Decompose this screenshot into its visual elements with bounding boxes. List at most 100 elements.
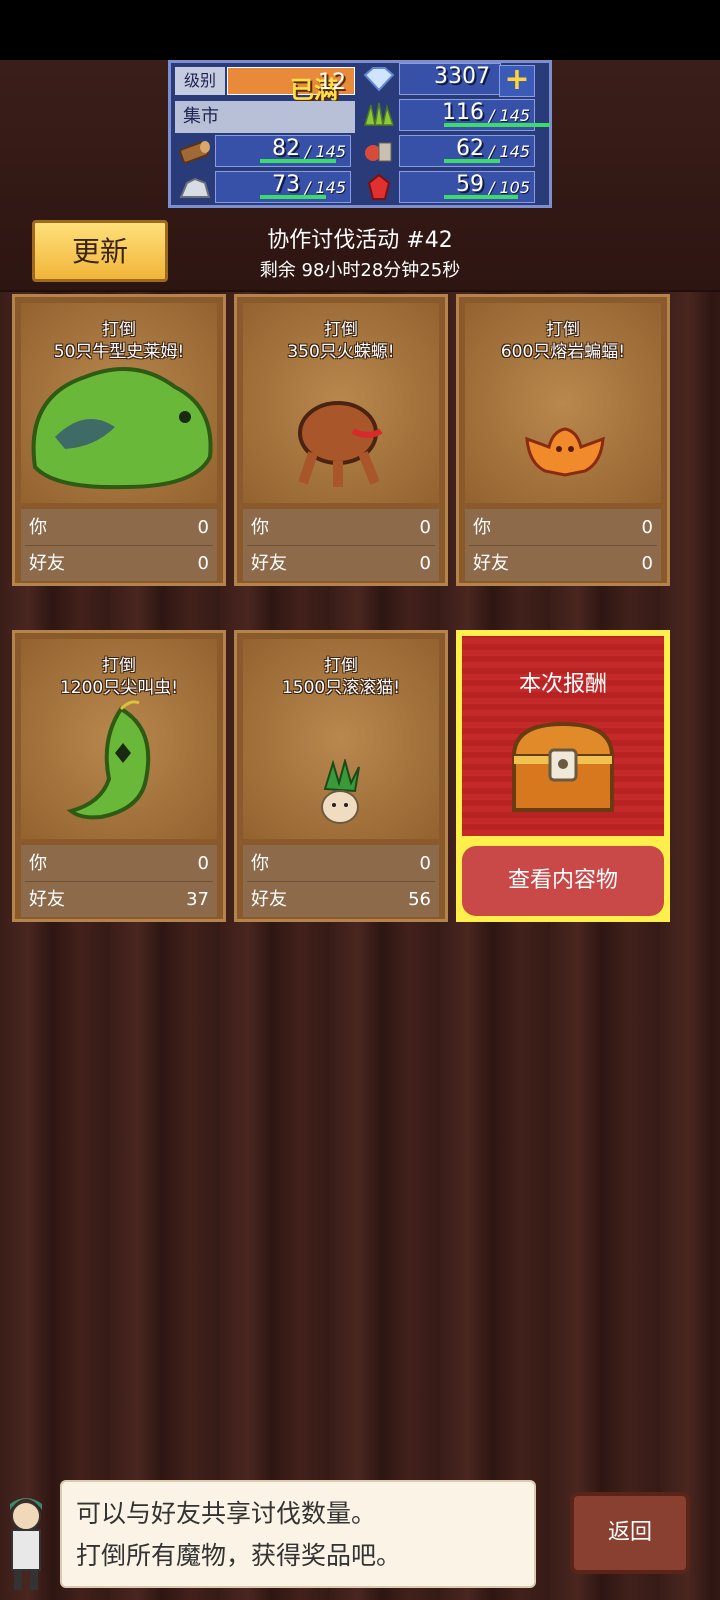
you-row: 你0 <box>251 511 431 545</box>
you-label: 你 <box>29 517 47 538</box>
view-contents-button[interactable]: 查看内容物 <box>462 846 664 916</box>
friend-count: 0 <box>641 553 653 574</box>
quest-card[interactable]: 打倒 50只牛型史莱姆! 你0 好友 0 <box>12 294 226 586</box>
you-label: 你 <box>251 853 269 874</box>
divider <box>469 545 657 546</box>
quest-title: 打倒 1200只尖叫虫! <box>15 655 223 699</box>
quest-stats: 你0 好友 56 <box>243 845 439 917</box>
red-crystal-icon <box>367 173 391 200</box>
grass-icon <box>363 102 395 126</box>
quest-title: 打倒 50只牛型史莱姆! <box>15 319 223 363</box>
event-title: 协作讨伐活动 #42 <box>267 228 453 253</box>
stat-value: 59 <box>456 172 484 197</box>
divider <box>25 545 213 546</box>
treasure-chest-icon <box>511 721 615 812</box>
quest-title-line2: 350只火蝾螈! <box>287 342 395 362</box>
stat-progress <box>444 195 518 199</box>
you-row: 你0 <box>473 511 653 545</box>
you-row: 你0 <box>29 847 209 881</box>
stat-wood: 82/ 145 <box>175 135 353 167</box>
status-bar <box>0 0 720 60</box>
quest-title: 打倒 1500只滚滚猫! <box>237 655 445 699</box>
divider <box>247 545 435 546</box>
you-count: 0 <box>641 517 653 538</box>
friend-count: 0 <box>197 553 209 574</box>
market-label: 集市 <box>175 101 355 133</box>
you-count: 0 <box>197 853 209 874</box>
stat-food: 62/ 145 <box>359 135 537 167</box>
reward-title: 本次报酬 <box>518 672 607 697</box>
fire-salamander-icon <box>298 401 383 487</box>
gem-count: 3307 <box>434 64 490 89</box>
stat-progress <box>444 159 500 163</box>
lava-bat-icon <box>525 427 605 477</box>
stat-value: 82 <box>272 136 300 161</box>
quest-title-line2: 50只牛型史莱姆! <box>53 342 185 362</box>
friend-label: 好友 <box>251 553 287 574</box>
quest-title-line1: 打倒 <box>546 320 580 340</box>
friend-count: 0 <box>419 553 431 574</box>
reward-card: 本次报酬 查看内容物 <box>456 630 670 922</box>
quest-title-line1: 打倒 <box>324 320 358 340</box>
stat-value: 116 <box>442 100 484 125</box>
stat-progress <box>444 123 550 127</box>
stat-crystal: 59/ 105 <box>359 171 537 203</box>
stat-progress <box>260 195 326 199</box>
divider <box>25 881 213 882</box>
stat-grass: 116/ 145 <box>359 99 550 131</box>
quest-card[interactable]: 打倒 1200只尖叫虫! 你0 好友 37 <box>12 630 226 922</box>
reward-panel: 本次报酬 <box>462 636 664 836</box>
quest-title-line1: 打倒 <box>324 656 358 676</box>
friend-row: 好友 56 <box>251 883 431 917</box>
diamond-icon <box>363 67 395 92</box>
add-gems-button[interactable]: + <box>499 65 535 97</box>
quest-card[interactable]: 打倒 350只火蝾螈! 你0 好友 0 <box>234 294 448 586</box>
quest-title-line2: 600只熔岩蝙蝠! <box>500 342 626 362</box>
quest-stats: 你0 好友 0 <box>243 509 439 581</box>
quest-stats: 你0 好友 0 <box>465 509 661 581</box>
divider <box>247 881 435 882</box>
stat-progress <box>260 159 336 163</box>
level-label: 级别 <box>175 67 225 95</box>
quest-title-line2: 1200只尖叫虫! <box>59 678 179 698</box>
you-count: 0 <box>419 853 431 874</box>
level-value: 12 <box>318 70 346 95</box>
quest-title: 打倒 600只熔岩蝙蝠! <box>459 319 667 363</box>
quest-title: 打倒 350只火蝾螈! <box>237 319 445 363</box>
friend-row: 好友 0 <box>473 547 653 581</box>
back-button[interactable]: 返回 <box>570 1492 690 1574</box>
food-icon <box>365 142 392 162</box>
you-row: 你0 <box>251 847 431 881</box>
resource-panel: 级别 已满 12 3307 + 集市 116/ 145 82/ 145 62/ … <box>168 60 552 208</box>
rolling-cat-icon <box>321 759 360 824</box>
stat-value: 62 <box>456 136 484 161</box>
friend-row: 好友 0 <box>29 547 209 581</box>
gem-counter: 3307 + <box>359 63 537 97</box>
dialog-line-1: 可以与好友共享讨伐数量。 <box>76 1499 377 1528</box>
you-label: 你 <box>29 853 47 874</box>
friend-count: 56 <box>408 889 431 910</box>
quest-stats: 你0 好友 37 <box>21 845 217 917</box>
stat-value: 73 <box>272 172 300 197</box>
quest-stats: 你0 好友 0 <box>21 509 217 581</box>
friend-row: 好友 0 <box>251 547 431 581</box>
npc-character-icon <box>10 1498 42 1590</box>
friend-label: 好友 <box>473 553 509 574</box>
quest-title-line2: 1500只滚滚猫! <box>281 678 401 698</box>
quest-card[interactable]: 打倒 600只熔岩蝙蝠! 你0 好友 0 <box>456 294 670 586</box>
you-count: 0 <box>419 517 431 538</box>
friend-row: 好友 37 <box>29 883 209 917</box>
quest-title-line1: 打倒 <box>102 656 136 676</box>
friend-label: 好友 <box>251 889 287 910</box>
dialog-line-2: 打倒所有魔物，获得奖品吧。 <box>76 1541 402 1570</box>
you-row: 你0 <box>29 511 209 545</box>
you-label: 你 <box>251 517 269 538</box>
ore-icon <box>179 177 211 198</box>
event-timer: 剩余 98小时28分钟25秒 <box>259 260 461 281</box>
quest-card[interactable]: 打倒 1500只滚滚猫! 你0 好友 56 <box>234 630 448 922</box>
dialog-box: 可以与好友共享讨伐数量。 打倒所有魔物，获得奖品吧。 <box>60 1480 536 1588</box>
friend-label: 好友 <box>29 553 65 574</box>
quest-title-line1: 打倒 <box>102 320 136 340</box>
screaming-worm-icon <box>66 700 151 820</box>
refresh-button[interactable]: 更新 <box>32 220 168 282</box>
